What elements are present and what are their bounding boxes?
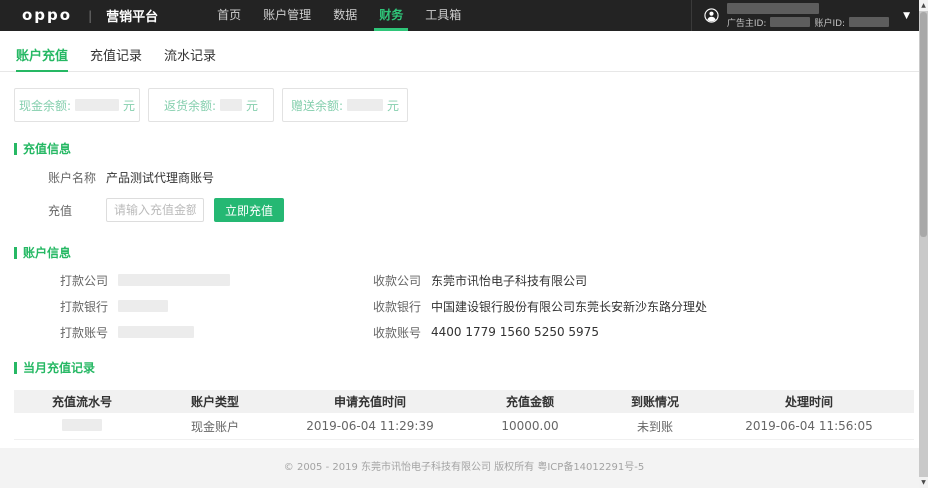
recharge-info-title-row: 充值信息 xyxy=(14,140,928,157)
payer-column: 打款公司 打款银行 打款账号 xyxy=(60,261,373,339)
col-header-arrival-status: 到账情况 xyxy=(600,393,710,410)
balance-cards: 现金余额: 元 返货余额: 元 赠送余额: 元 xyxy=(14,88,914,122)
redacted-return-balance xyxy=(220,99,242,111)
payer-company-label: 打款公司 xyxy=(60,272,104,289)
cell-flow-no xyxy=(14,419,150,434)
recharge-info-section: 充值信息 账户名称 产品测试代理商账号 充值 立即充值 xyxy=(0,140,928,222)
scrollbar-up-icon[interactable]: ▲ xyxy=(919,0,928,11)
cell-process-time: 2019-06-04 11:56:05 xyxy=(710,419,908,433)
tab-recharge-records[interactable]: 充值记录 xyxy=(90,45,142,71)
advertiser-id-label: 广告主ID: xyxy=(727,16,767,29)
recharge-now-button[interactable]: 立即充值 xyxy=(214,198,284,222)
payee-account-value: 4400 1779 1560 5250 5975 xyxy=(431,325,599,339)
cash-balance-unit: 元 xyxy=(123,97,135,114)
copyright-text: © 2005 - 2019 东莞市讯怡电子科技有限公司 版权所有 粤ICP备14… xyxy=(284,462,644,473)
user-account-area[interactable]: 广告主ID: 账户ID: ▼ xyxy=(691,0,910,31)
col-header-amount: 充值金额 xyxy=(460,393,600,410)
payer-company-row: 打款公司 xyxy=(60,273,373,287)
col-header-flow-no: 充值流水号 xyxy=(14,393,150,410)
gift-balance-label: 赠送余额: xyxy=(291,97,343,114)
recharge-info-title: 充值信息 xyxy=(23,140,71,157)
account-info-columns: 打款公司 打款银行 打款账号 收款公司 东莞市讯怡电子科技有限公司 xyxy=(0,261,928,339)
redacted-advertiser-id xyxy=(770,17,810,27)
account-name-value: 产品测试代理商账号 xyxy=(106,169,214,186)
monthly-records-title: 当月充值记录 xyxy=(23,359,95,376)
account-info-section: 账户信息 打款公司 打款银行 打款账号 收款公司 xyxy=(0,244,928,339)
nav-item-toolbox[interactable]: 工具箱 xyxy=(414,0,472,31)
main-nav: 首页 账户管理 数据 财务 工具箱 xyxy=(206,0,472,31)
account-info-title: 账户信息 xyxy=(23,244,71,261)
recharge-amount-row: 充值 立即充值 xyxy=(48,198,928,222)
cell-arrival-status: 未到账 xyxy=(600,418,710,435)
account-info-title-row: 账户信息 xyxy=(14,244,928,261)
platform-title: 营销平台 xyxy=(106,6,158,25)
table-row: 现金账户 2019-06-04 11:29:39 10000.00 未到账 20… xyxy=(14,413,914,440)
logo-separator: | xyxy=(88,9,92,23)
section-accent-bar xyxy=(14,362,17,374)
account-id-label: 账户ID: xyxy=(814,16,845,29)
footer: © 2005 - 2019 东莞市讯怡电子科技有限公司 版权所有 粤ICP备14… xyxy=(0,448,928,488)
payee-bank-row: 收款银行 中国建设银行股份有限公司东莞长安新沙东路分理处 xyxy=(373,299,707,313)
payee-bank-label: 收款银行 xyxy=(373,298,417,315)
gift-balance-card: 赠送余额: 元 xyxy=(282,88,408,122)
top-header: oppo | 营销平台 首页 账户管理 数据 财务 工具箱 广告主ID: 账户I… xyxy=(0,0,928,31)
payee-bank-value: 中国建设银行股份有限公司东莞长安新沙东路分理处 xyxy=(431,298,707,315)
section-accent-bar xyxy=(14,143,17,155)
cell-account-type: 现金账户 xyxy=(150,418,280,435)
payee-company-value: 东莞市讯怡电子科技有限公司 xyxy=(431,272,587,289)
redacted-flow-no xyxy=(62,419,102,431)
records-table: 充值流水号 账户类型 申请充值时间 充值金额 到账情况 处理时间 现金账户 20… xyxy=(14,390,914,440)
payee-account-row: 收款账号 4400 1779 1560 5250 5975 xyxy=(373,325,707,339)
page: oppo | 营销平台 首页 账户管理 数据 财务 工具箱 广告主ID: 账户I… xyxy=(0,0,928,488)
redacted-account-name xyxy=(727,3,819,14)
chevron-down-icon[interactable]: ▼ xyxy=(903,11,910,21)
payee-company-label: 收款公司 xyxy=(373,272,417,289)
col-header-process-time: 处理时间 xyxy=(710,393,908,410)
user-meta: 广告主ID: 账户ID: xyxy=(727,3,889,29)
return-balance-card: 返货余额: 元 xyxy=(148,88,274,122)
cash-balance-label: 现金余额: xyxy=(19,97,71,114)
payer-account-label: 打款账号 xyxy=(60,324,104,341)
redacted-gift-balance xyxy=(347,99,383,111)
gift-balance-unit: 元 xyxy=(387,97,399,114)
oppo-logo: oppo xyxy=(22,0,72,31)
payee-company-row: 收款公司 东莞市讯怡电子科技有限公司 xyxy=(373,273,707,287)
cell-amount: 10000.00 xyxy=(460,419,600,433)
payer-bank-label: 打款银行 xyxy=(60,298,104,315)
payer-bank-row: 打款银行 xyxy=(60,299,373,313)
redacted-payer-account xyxy=(118,326,194,338)
nav-item-account-mgmt[interactable]: 账户管理 xyxy=(252,0,322,31)
col-header-apply-time: 申请充值时间 xyxy=(280,393,460,410)
cash-balance-card: 现金余额: 元 xyxy=(14,88,140,122)
nav-item-finance[interactable]: 财务 xyxy=(368,0,414,31)
finance-tabbar: 账户充值 充值记录 流水记录 xyxy=(0,31,928,72)
redacted-cash-balance xyxy=(75,99,119,111)
nav-item-home[interactable]: 首页 xyxy=(206,0,252,31)
payee-column: 收款公司 东莞市讯怡电子科技有限公司 收款银行 中国建设银行股份有限公司东莞长安… xyxy=(373,261,707,339)
return-balance-label: 返货余额: xyxy=(164,97,216,114)
monthly-records-title-row: 当月充值记录 xyxy=(14,359,928,376)
tab-account-recharge[interactable]: 账户充值 xyxy=(16,45,68,71)
cell-apply-time: 2019-06-04 11:29:39 xyxy=(280,419,460,433)
vertical-scrollbar[interactable]: ▲ ▼ xyxy=(919,0,928,488)
redacted-payer-bank xyxy=(118,300,168,312)
account-ids-row: 广告主ID: 账户ID: xyxy=(727,16,889,29)
payer-account-row: 打款账号 xyxy=(60,325,373,339)
section-accent-bar xyxy=(14,247,17,259)
nav-item-data[interactable]: 数据 xyxy=(322,0,368,31)
payee-account-label: 收款账号 xyxy=(373,324,417,341)
redacted-payer-company xyxy=(118,274,230,286)
redacted-account-id xyxy=(849,17,889,27)
tab-transaction-records[interactable]: 流水记录 xyxy=(164,45,216,71)
scrollbar-down-icon[interactable]: ▼ xyxy=(919,477,928,488)
return-balance-unit: 元 xyxy=(246,97,258,114)
scrollbar-thumb[interactable] xyxy=(920,12,927,237)
col-header-account-type: 账户类型 xyxy=(150,393,280,410)
user-icon xyxy=(704,8,719,23)
records-table-header: 充值流水号 账户类型 申请充值时间 充值金额 到账情况 处理时间 xyxy=(14,390,914,413)
recharge-amount-input[interactable] xyxy=(106,198,204,222)
recharge-label: 充值 xyxy=(48,202,106,219)
account-name-label: 账户名称 xyxy=(48,169,106,186)
account-name-row: 账户名称 产品测试代理商账号 xyxy=(48,169,928,186)
